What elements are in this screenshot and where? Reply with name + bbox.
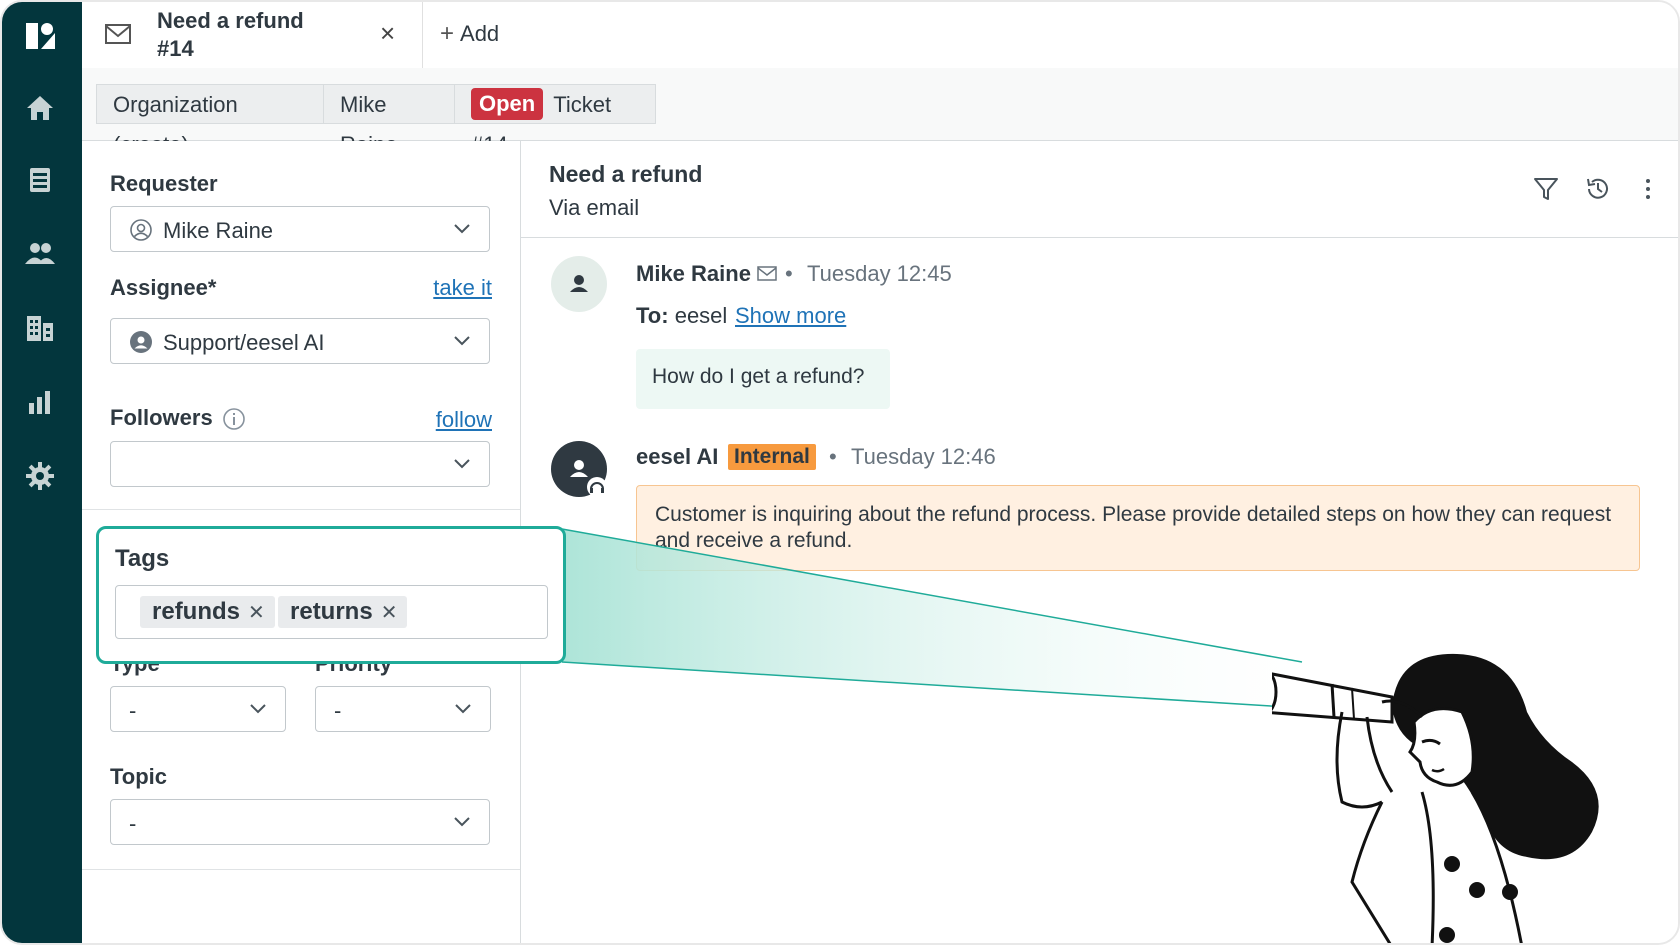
to-label: To: [636,303,669,328]
add-tab-button[interactable]: + Add [440,20,499,48]
tag-label: returns [290,598,373,625]
message-time: Tuesday 12:46 [851,444,996,469]
conversation-channel: Via email [549,195,640,220]
separator-dot: • [785,261,793,286]
chevron-down-icon [454,459,470,469]
take-it-link[interactable]: take it [433,275,492,301]
followers-select[interactable] [110,441,490,487]
avatar [551,441,607,497]
topic-value: - [129,811,137,836]
tag-refunds[interactable]: refunds ✕ [140,596,275,628]
breadcrumb-ticket[interactable]: OpenTicket #14 [454,84,656,157]
topic-select[interactable]: - [110,799,490,845]
user-icon [570,275,588,292]
follow-link[interactable]: follow [436,407,492,433]
message-time: Tuesday 12:45 [807,261,952,286]
requester-select[interactable]: Mike Raine [110,206,490,252]
tags-callout: Tags refunds ✕ returns ✕ [96,526,566,664]
divider [82,509,520,510]
settings-icon[interactable] [20,456,60,496]
agent-icon [570,460,607,497]
more-options-icon[interactable] [1634,175,1662,203]
tab-title: Need a refund [157,8,304,33]
message-body: How do I get a refund? [636,349,890,409]
recipients-line: To: eesel [636,303,727,329]
divider [82,869,520,870]
customers-icon[interactable] [20,234,60,274]
agent-avatar-icon [130,331,152,353]
assignee-label: Assignee* [110,275,217,300]
plus-icon: + [440,20,455,47]
breadcrumb: Organization (create) Mike Raine OpenTic… [82,68,1678,157]
remove-tag-icon[interactable]: ✕ [248,602,265,624]
breadcrumb-requester[interactable]: Mike Raine [323,84,455,157]
telescope-woman-illustration [1272,653,1599,943]
email-icon [105,24,131,44]
message-author[interactable]: Mike Raine [636,261,751,287]
separator-dot: • [829,444,837,469]
tags-input[interactable]: refunds ✕ returns ✕ [115,585,548,639]
chevron-down-icon [454,336,470,346]
reporting-icon[interactable] [20,382,60,422]
chevron-down-icon [454,224,470,234]
assignee-select[interactable]: Support/eesel AI [110,318,490,364]
priority-select[interactable]: - [315,686,491,732]
requester-label: Requester [110,171,218,196]
message-author[interactable]: eesel AI [636,444,718,470]
chevron-down-icon [250,704,266,714]
status-badge: Open [471,88,544,120]
filter-icon[interactable] [1532,175,1560,203]
tag-label: refunds [152,598,241,625]
add-tab-label: Add [460,21,500,46]
avatar [551,256,607,312]
tab-ticket-14[interactable]: Need a refund #14 × [82,2,423,68]
email-icon [757,266,777,281]
zendesk-logo-icon[interactable] [20,16,60,56]
type-select[interactable]: - [110,686,286,732]
internal-badge: Internal [728,444,816,470]
chevron-down-icon [454,817,470,827]
user-circle-icon [130,219,152,241]
views-icon[interactable] [20,160,60,200]
chevron-down-icon [455,704,471,714]
tag-returns[interactable]: returns ✕ [278,596,408,628]
followers-label: Followers [110,405,213,430]
info-icon[interactable] [222,407,246,431]
internal-note-body: Customer is inquiring about the refund p… [636,485,1640,571]
tab-bar: Need a refund #14 × + Add [82,2,1678,69]
show-more-link[interactable]: Show more [735,303,846,329]
breadcrumb-organization[interactable]: Organization (create) [96,84,324,157]
close-tab-icon[interactable]: × [380,18,395,49]
remove-tag-icon[interactable]: ✕ [381,602,398,624]
app-window: Need a refund #14 × +Add Organization (c… [0,0,1680,945]
tags-label: Tags [115,545,170,572]
priority-value: - [334,698,342,723]
home-icon[interactable] [20,88,60,128]
nav-rail [2,2,82,943]
tab-ticket-number: #14 [157,36,194,61]
topic-label: Topic [110,764,168,789]
history-icon[interactable] [1584,175,1612,203]
organizations-icon[interactable] [20,308,60,348]
conversation-title: Need a refund [549,161,703,187]
requester-value: Mike Raine [163,218,274,243]
type-value: - [129,698,137,723]
to-value: eesel [674,303,728,328]
conversation-header: Need a refund Via email [521,141,1678,238]
assignee-value: Support/eesel AI [163,330,325,355]
